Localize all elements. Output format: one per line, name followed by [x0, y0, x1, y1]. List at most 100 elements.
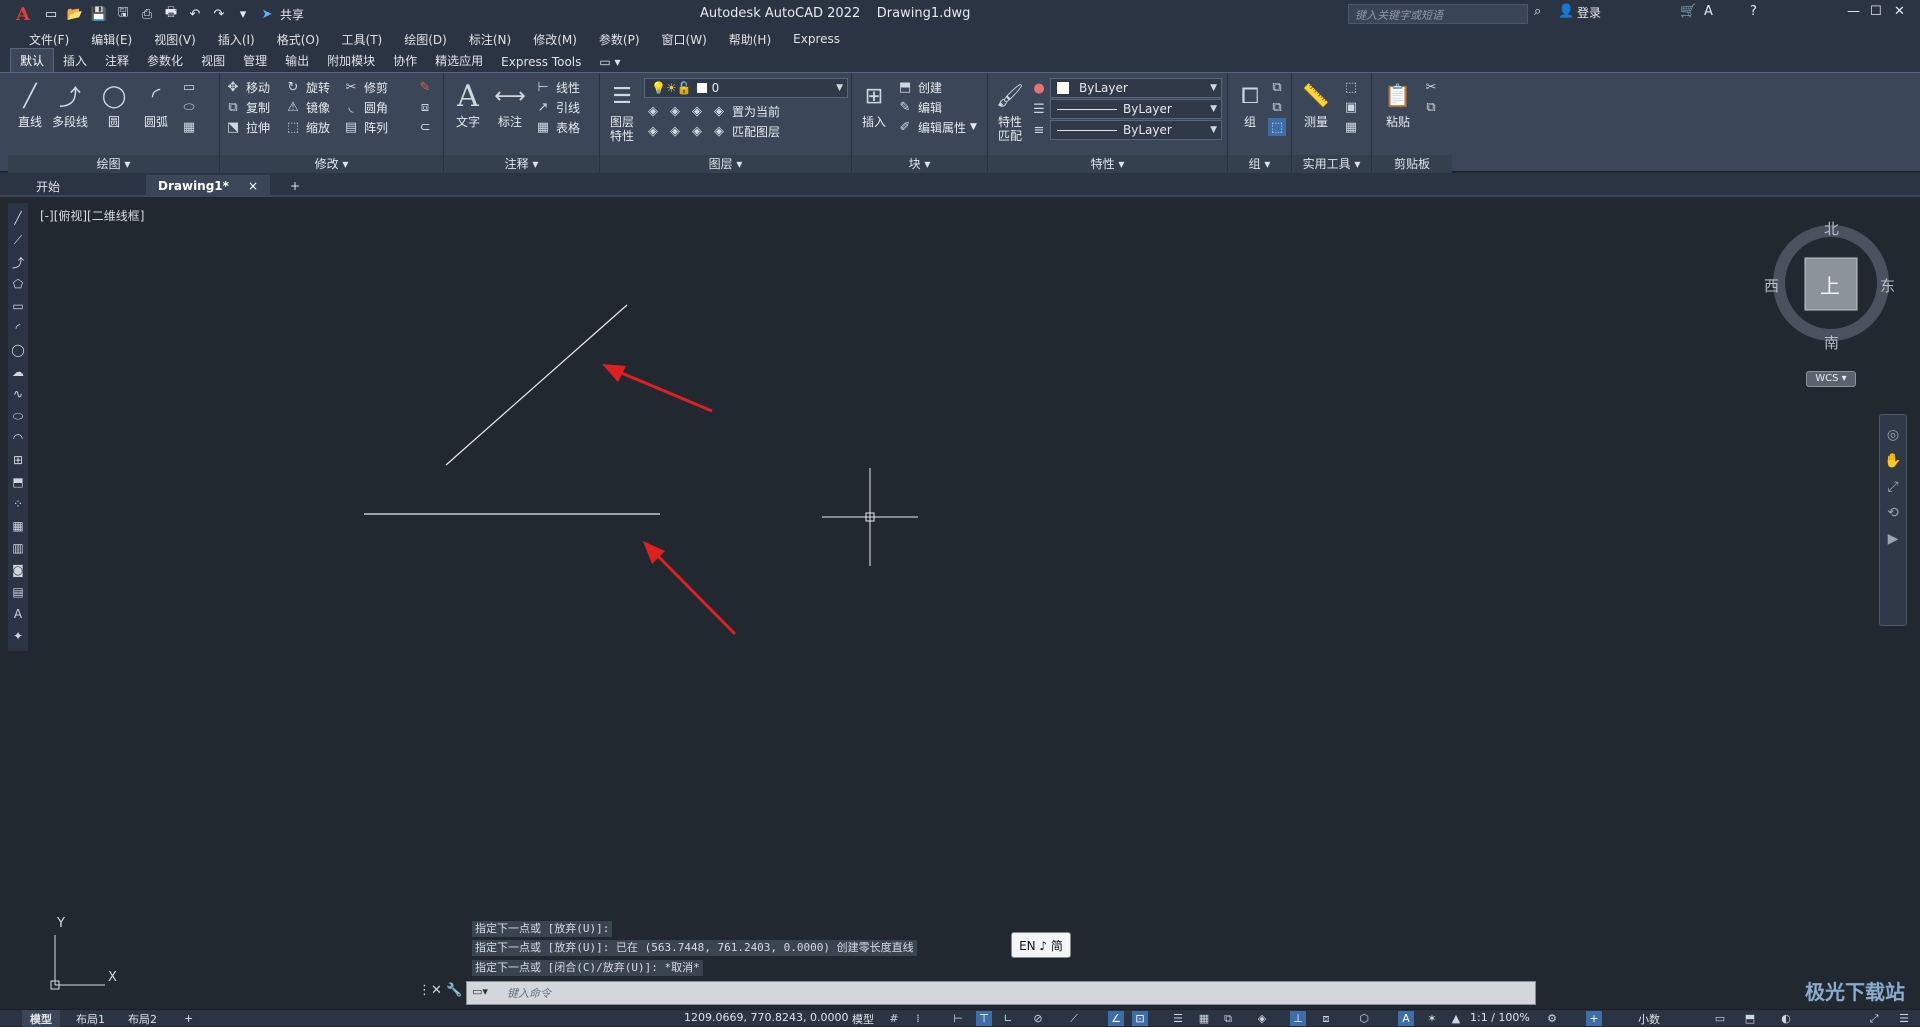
- circle-button[interactable]: ◯ 圆: [94, 79, 134, 149]
- rectangle-tool-icon[interactable]: ▭: [10, 297, 26, 315]
- annotation-scale-icon[interactable]: ▲: [1448, 1011, 1464, 1026]
- lineweight-status-icon[interactable]: ☰: [1170, 1011, 1186, 1026]
- user-icon[interactable]: 👤: [1558, 4, 1574, 19]
- infer-constraints-icon[interactable]: ⊢: [950, 1011, 966, 1026]
- tab-output[interactable]: 输出: [276, 49, 318, 72]
- layer-tools-row-2[interactable]: ◈ ◈ ◈ ◈ 匹配图层: [644, 121, 780, 141]
- properties-panel-title[interactable]: 特性 ▾: [988, 155, 1227, 173]
- insert-block-tool-icon[interactable]: ⊞: [10, 451, 26, 469]
- layout-tab-layout1[interactable]: 布局1: [68, 1010, 113, 1027]
- color-dropdown[interactable]: ByLayer ▼: [1050, 78, 1222, 98]
- tab-express-tools[interactable]: Express Tools: [492, 52, 590, 72]
- coordinates-readout[interactable]: 1209.0669, 770.8243, 0.0000: [684, 1011, 848, 1024]
- group-button[interactable]: ⧠ 组: [1230, 79, 1270, 149]
- ellipse-arc-tool-icon[interactable]: ◠: [10, 429, 26, 447]
- menu-dimension[interactable]: 标注(N): [458, 31, 522, 48]
- table-tool-icon[interactable]: ▤: [10, 583, 26, 601]
- line-tool-icon[interactable]: ╱: [10, 209, 26, 227]
- move-button[interactable]: ✥ 移动: [224, 77, 270, 97]
- 3d-osnap-icon[interactable]: ◈: [1254, 1011, 1270, 1026]
- ime-indicator[interactable]: EN ♪ 简: [1011, 932, 1071, 958]
- scale-button[interactable]: ⬚ 缩放: [284, 117, 330, 137]
- tab-drawing1[interactable]: Drawing1* ×: [146, 175, 270, 197]
- arc-tool-icon[interactable]: ◜: [10, 319, 26, 337]
- menu-file[interactable]: 文件(F): [18, 31, 80, 48]
- spline-tool-icon[interactable]: ∿: [10, 385, 26, 403]
- menu-draw[interactable]: 绘图(D): [393, 31, 458, 48]
- showmotion-icon[interactable]: ▶: [1888, 531, 1899, 547]
- edit-attributes-button[interactable]: ✐ 编辑属性 ▼: [896, 117, 977, 137]
- point-tool-icon[interactable]: ⁘: [10, 495, 26, 513]
- share-label[interactable]: 共享: [280, 6, 304, 23]
- block-panel-title[interactable]: 块 ▾: [852, 155, 987, 173]
- menu-edit[interactable]: 编辑(E): [80, 31, 143, 48]
- modify-panel-title[interactable]: 修改 ▾: [220, 155, 443, 173]
- add-layout-icon[interactable]: +: [176, 1010, 201, 1027]
- close-icon[interactable]: ✕: [1894, 4, 1905, 19]
- create-block-button[interactable]: ⬒ 创建: [896, 77, 942, 97]
- redo-icon[interactable]: ↷: [208, 3, 230, 25]
- menu-format[interactable]: 格式(O): [266, 31, 331, 48]
- dimension-button[interactable]: ⟷ 标注: [490, 79, 530, 149]
- search-input[interactable]: 键入关键字或短语: [1348, 4, 1528, 24]
- transparency-icon[interactable]: ▦: [1196, 1011, 1212, 1026]
- minimize-icon[interactable]: —: [1847, 4, 1860, 19]
- wcs-menu[interactable]: WCS ▾: [1806, 371, 1856, 387]
- tab-collaborate[interactable]: 协作: [384, 49, 426, 72]
- selection-filter-icon[interactable]: ⧈: [1318, 1011, 1334, 1026]
- tab-manage[interactable]: 管理: [234, 49, 276, 72]
- circle-tool-icon[interactable]: ◯: [10, 341, 26, 359]
- quick-properties-icon[interactable]: ▭: [1712, 1011, 1728, 1026]
- ellipse-button[interactable]: ⬭: [180, 97, 198, 117]
- new-file-icon[interactable]: ▭: [40, 3, 62, 25]
- rectangle-button[interactable]: ▭: [180, 77, 198, 97]
- tab-featured-apps[interactable]: 精选应用: [426, 49, 492, 72]
- edit-block-button[interactable]: ✎ 编辑: [896, 97, 942, 117]
- undo-icon[interactable]: ↶: [184, 3, 206, 25]
- select-all-button[interactable]: ▣: [1342, 97, 1360, 117]
- fillet-button[interactable]: ◟ 圆角: [342, 97, 388, 117]
- clipboard-panel-title[interactable]: 剪贴板: [1372, 155, 1452, 173]
- copy-button[interactable]: ⧉ 复制: [224, 97, 270, 117]
- add-tab-icon[interactable]: +: [278, 175, 312, 197]
- insert-block-button[interactable]: ⊞ 插入: [854, 79, 894, 149]
- dynamic-input-icon[interactable]: ⊤: [976, 1011, 992, 1026]
- gizmo-icon[interactable]: ⬡: [1356, 1011, 1372, 1026]
- lineweight-dropdown[interactable]: ByLayer ▼: [1050, 120, 1222, 140]
- layer-tools-row-1[interactable]: ◈ ◈ ◈ ◈ 置为当前: [644, 101, 780, 121]
- tab-annotate[interactable]: 注释: [96, 49, 138, 72]
- tab-default[interactable]: 默认: [10, 48, 55, 72]
- polyline-button[interactable]: ⤴ 多段线: [50, 79, 90, 149]
- tab-addins[interactable]: 附加模块: [318, 49, 384, 72]
- table-button[interactable]: ▦ 表格: [534, 117, 580, 137]
- mirror-button[interactable]: ⚠ 镜像: [284, 97, 330, 117]
- trim-button[interactable]: ✂ 修剪: [342, 77, 388, 97]
- viewcube-west[interactable]: 西: [1764, 275, 1779, 296]
- stretch-button[interactable]: ⬔ 拉伸: [224, 117, 270, 137]
- search-icon[interactable]: ⌕: [1534, 4, 1541, 19]
- annotation-visibility-icon[interactable]: A: [1398, 1011, 1414, 1026]
- arc-button[interactable]: ◜ 圆弧: [136, 79, 176, 149]
- group-select-button[interactable]: ⬚: [1268, 117, 1286, 137]
- annotation-panel-title[interactable]: 注释 ▾: [444, 155, 599, 173]
- save-as-icon[interactable]: 🖫: [112, 3, 134, 25]
- menu-express[interactable]: Express: [782, 32, 851, 46]
- command-close-icon[interactable]: ⋮✕: [418, 983, 442, 998]
- draw-panel-title[interactable]: 绘图 ▾: [8, 155, 219, 173]
- fullscreen-icon[interactable]: ⤢: [1866, 1011, 1882, 1026]
- dynamic-ucs-icon[interactable]: ⊥: [1290, 1011, 1306, 1026]
- ortho-icon[interactable]: ∟: [1000, 1011, 1016, 1026]
- ellipse-tool-icon[interactable]: ⬭: [10, 407, 26, 425]
- cart-icon[interactable]: 🛒: [1680, 4, 1696, 19]
- object-snap-icon[interactable]: ⊡: [1132, 1011, 1148, 1026]
- copy-clip-button[interactable]: ⧉: [1422, 97, 1440, 117]
- calculator-button[interactable]: ▦: [1342, 117, 1360, 137]
- match-properties-button[interactable]: 🖌 特性 匹配: [990, 79, 1030, 149]
- cut-button[interactable]: ✂: [1422, 77, 1440, 97]
- auto-scale-icon[interactable]: ✶: [1424, 1011, 1440, 1026]
- model-space-toggle[interactable]: 模型: [852, 1011, 874, 1027]
- viewcube-top-face[interactable]: 上: [1820, 270, 1840, 299]
- ungroup-button[interactable]: ⧉: [1268, 77, 1286, 97]
- drawn-line-diagonal[interactable]: [445, 304, 628, 466]
- save-icon[interactable]: 💾: [88, 3, 110, 25]
